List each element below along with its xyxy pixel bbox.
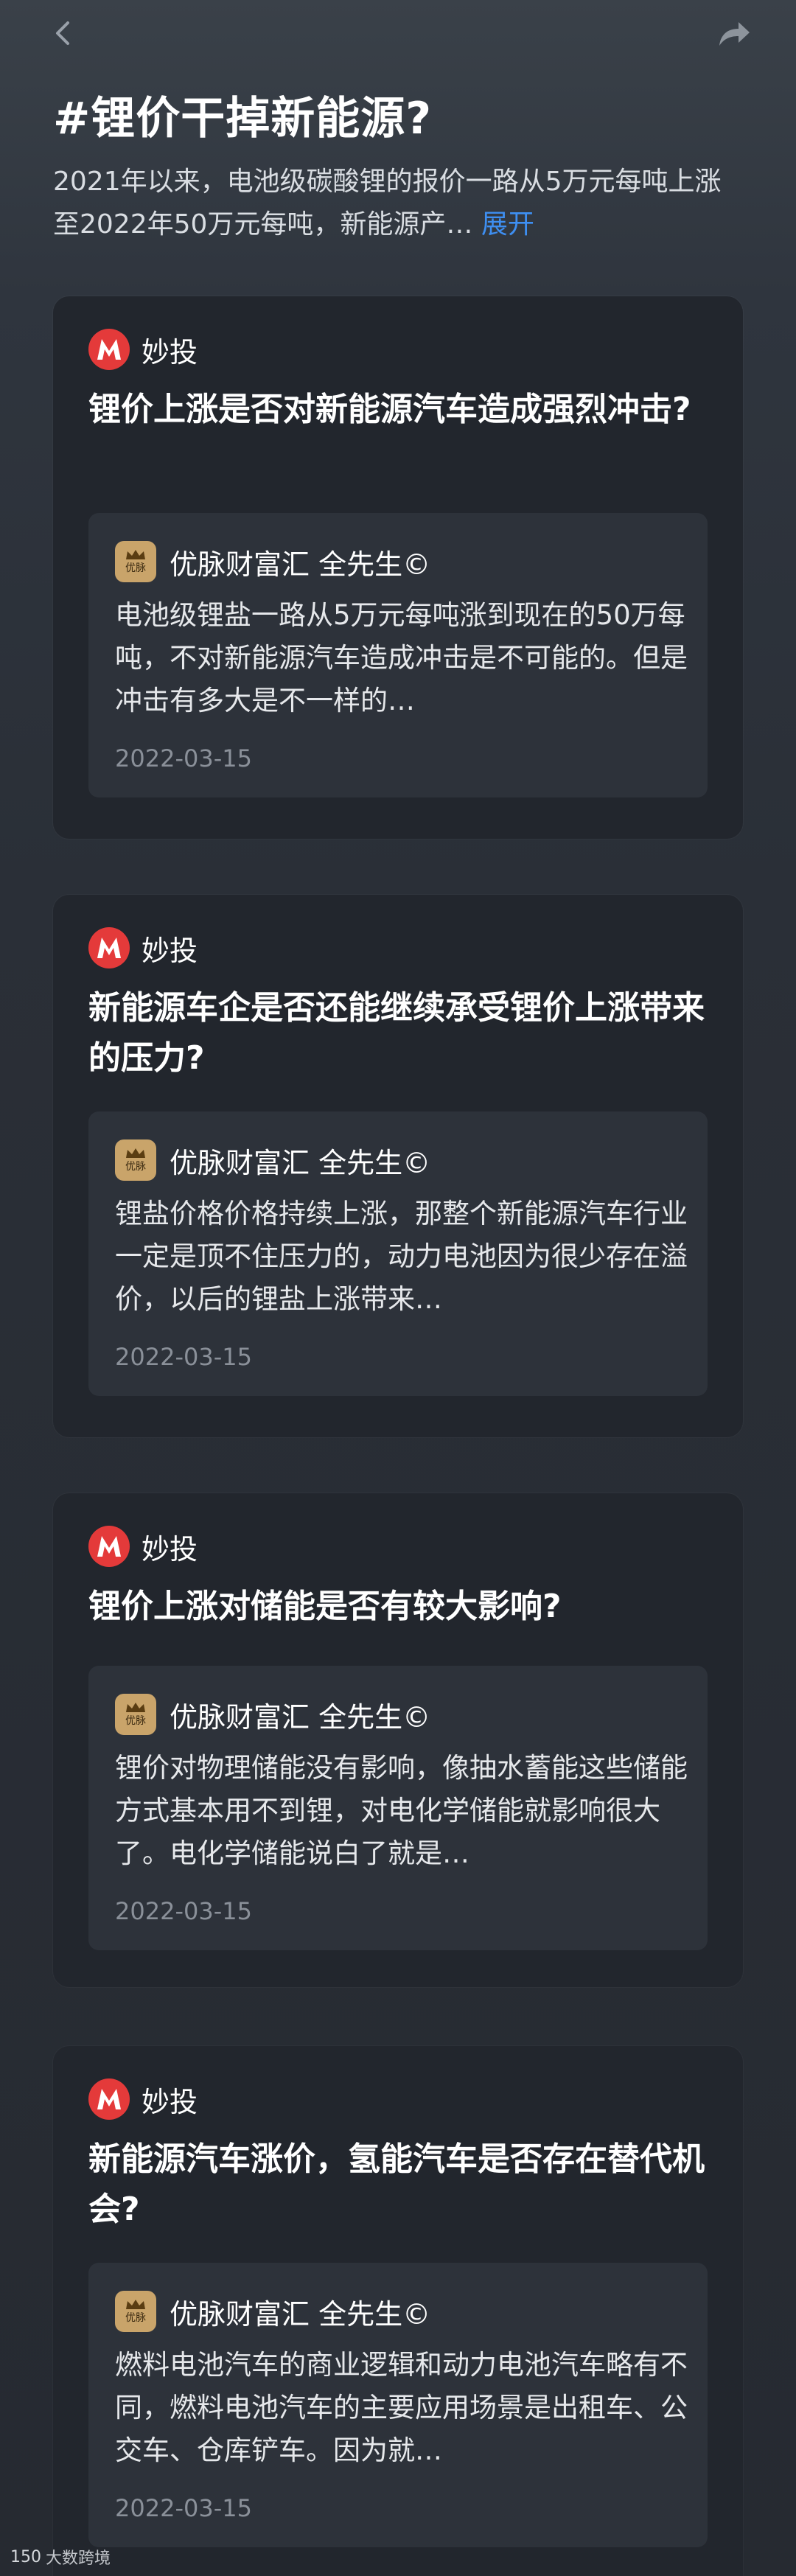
avatar-text: 优脉 bbox=[125, 1715, 146, 1727]
answer-text: 锂价对物理储能没有影响，像抽水蓄能这些储能方式基本用不到锂，对电化学储能就影响很… bbox=[115, 1752, 688, 1869]
back-icon[interactable] bbox=[50, 21, 75, 46]
answer-author: 优脉 优脉财富汇 全先生© bbox=[115, 1139, 430, 1181]
author-name: 优脉财富汇 全先生© bbox=[170, 1700, 431, 1734]
brand-name: 妙投 bbox=[142, 1532, 198, 1566]
watermark: 150 大数跨境 bbox=[10, 2545, 111, 2569]
miaotou-logo-icon bbox=[88, 1526, 130, 1567]
answer-preview[interactable]: 优脉 优脉财富汇 全先生© 电池级锂盐一路从5万元每吨涨到现在的50万每吨，不对… bbox=[88, 513, 708, 797]
miaotou-logo-icon bbox=[88, 927, 130, 968]
card-header: 妙投 bbox=[88, 327, 198, 371]
card-header: 妙投 bbox=[88, 1524, 198, 1568]
author-name: 优脉财富汇 全先生© bbox=[170, 2297, 431, 2331]
avatar-text: 优脉 bbox=[125, 2312, 146, 2324]
watermark-text: 大数跨境 bbox=[46, 2549, 111, 2568]
question-card[interactable]: 妙投 新能源汽车涨价，氢能汽车是否存在替代机会? 优脉 优脉财富汇 全先生© 燃… bbox=[53, 2046, 743, 2576]
answer-preview[interactable]: 优脉 优脉财富汇 全先生© 锂价对物理储能没有影响，像抽水蓄能这些储能方式基本用… bbox=[88, 1666, 708, 1950]
question-title[interactable]: 锂价上涨对储能是否有较大影响? bbox=[88, 1582, 708, 1632]
answer-preview[interactable]: 优脉 优脉财富汇 全先生© 锂盐价格价格持续上涨，那整个新能源汽车行业一定是顶不… bbox=[88, 1111, 708, 1396]
author-name: 优脉财富汇 全先生© bbox=[170, 1146, 431, 1179]
brand-name: 妙投 bbox=[142, 934, 198, 967]
watermark-mark: 150 bbox=[10, 2547, 41, 2566]
author-name: 优脉财富汇 全先生© bbox=[170, 548, 431, 581]
answer-date: 2022-03-15 bbox=[115, 2494, 252, 2522]
answer-author: 优脉 优脉财富汇 全先生© bbox=[115, 541, 430, 582]
answer-date: 2022-03-15 bbox=[115, 1897, 252, 1925]
miaotou-logo-icon bbox=[88, 329, 130, 370]
brand-name: 妙投 bbox=[142, 2085, 198, 2118]
answer-date: 2022-03-15 bbox=[115, 1343, 252, 1371]
answer-text: 锂盐价格价格持续上涨，那整个新能源汽车行业一定是顶不住压力的，动力电池因为很少存… bbox=[115, 1198, 688, 1315]
question-card[interactable]: 妙投 锂价上涨对储能是否有较大影响? 优脉 优脉财富汇 全先生© 锂价对物理储能… bbox=[53, 1493, 743, 1987]
answer-preview[interactable]: 优脉 优脉财富汇 全先生© 燃料电池汽车的商业逻辑和动力电池汽车略有不同，燃料电… bbox=[88, 2263, 708, 2547]
miaotou-logo-icon bbox=[88, 2078, 130, 2120]
question-title[interactable]: 新能源汽车涨价，氢能汽车是否存在替代机会? bbox=[88, 2135, 708, 2235]
top-bar bbox=[0, 0, 796, 66]
answer-author: 优脉 优脉财富汇 全先生© bbox=[115, 1694, 430, 1735]
topic-description-text: 2021年以来，电池级碳酸锂的报价一路从5万元每吨上涨至2022年50万元每吨，… bbox=[53, 167, 722, 240]
question-card[interactable]: 妙投 新能源车企是否还能继续承受锂价上涨带来的压力? 优脉 优脉财富汇 全先生©… bbox=[53, 895, 743, 1437]
brand-name: 妙投 bbox=[142, 335, 198, 369]
card-header: 妙投 bbox=[88, 2077, 198, 2121]
answer-date: 2022-03-15 bbox=[115, 744, 252, 772]
crown-avatar-icon: 优脉 bbox=[115, 1694, 156, 1735]
answer-author: 优脉 优脉财富汇 全先生© bbox=[115, 2291, 430, 2332]
crown-avatar-icon: 优脉 bbox=[115, 541, 156, 582]
card-header: 妙投 bbox=[88, 926, 198, 970]
avatar-text: 优脉 bbox=[125, 562, 146, 574]
answer-text: 燃料电池汽车的商业逻辑和动力电池汽车略有不同，燃料电池汽车的主要应用场景是出租车… bbox=[115, 2349, 688, 2466]
topic-title: #锂价干掉新能源? bbox=[53, 93, 433, 144]
topic-description: 2021年以来，电池级碳酸锂的报价一路从5万元每吨上涨至2022年50万元每吨，… bbox=[53, 161, 746, 246]
expand-link[interactable]: 展开 bbox=[481, 209, 534, 240]
answer-text: 电池级锂盐一路从5万元每吨涨到现在的50万每吨，不对新能源汽车造成冲击是不可能的… bbox=[115, 599, 688, 716]
share-icon[interactable] bbox=[716, 19, 752, 49]
crown-avatar-icon: 优脉 bbox=[115, 1139, 156, 1181]
avatar-text: 优脉 bbox=[125, 1161, 146, 1173]
question-title[interactable]: 锂价上涨是否对新能源汽车造成强烈冲击? bbox=[88, 385, 708, 435]
crown-avatar-icon: 优脉 bbox=[115, 2291, 156, 2332]
question-title[interactable]: 新能源车企是否还能继续承受锂价上涨带来的压力? bbox=[88, 983, 708, 1083]
question-card[interactable]: 妙投 锂价上涨是否对新能源汽车造成强烈冲击? 优脉 优脉财富汇 全先生© 电池级… bbox=[53, 296, 743, 839]
